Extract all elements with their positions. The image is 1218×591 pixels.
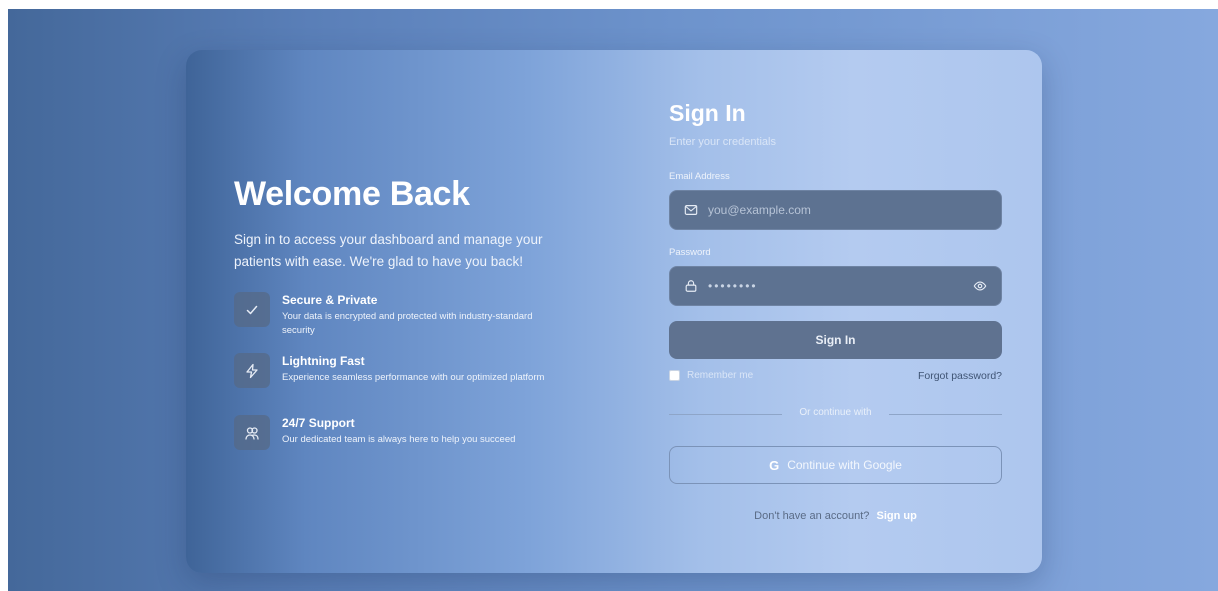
signup-link[interactable]: Sign up [876,510,916,522]
support-icon [234,415,270,450]
feature-title: 24/7 Support [282,416,355,430]
divider: Or continue with [669,407,1002,421]
eye-icon[interactable] [973,279,987,293]
feature-desc: Your data is encrypted and protected wit… [282,311,533,336]
feature-support: 24/7 Support Our dedicated team is alway… [234,415,564,455]
feature-desc: Our dedicated team is always here to hel… [282,434,516,445]
page-background: Welcome Back Sign in to access your dash… [8,9,1218,591]
feature-secure: Secure & Private Your data is encrypted … [234,292,564,336]
signup-row: Don't have an account? Sign up [669,510,1002,522]
email-input[interactable] [708,203,987,217]
feature-title: Secure & Private [282,293,378,307]
check-icon [234,292,270,327]
signin-subtitle: Enter your credentials [669,136,776,148]
remember-label: Remember me [687,370,754,381]
feature-fast: Lightning Fast Experience seamless perfo… [234,353,564,393]
lock-icon [685,280,697,292]
feature-title: Lightning Fast [282,354,365,368]
password-input[interactable]: •••••••• [708,279,973,293]
signup-prompt: Don't have an account? [754,510,870,522]
welcome-title: Welcome Back [234,175,470,213]
signin-title: Sign In [669,100,746,126]
password-label: Password [669,247,711,258]
forgot-password-link[interactable]: Forgot password? [918,370,1002,382]
remember-checkbox[interactable] [669,370,680,381]
divider-text: Or continue with [799,407,872,418]
password-field-wrapper[interactable]: •••••••• [669,266,1002,306]
lightning-icon [234,353,270,388]
google-button-label: Continue with Google [787,458,902,472]
signin-panel: Sign In Enter your credentials Email Add… [669,50,1002,573]
feature-desc: Experience seamless performance with our… [282,372,545,383]
email-field-wrapper[interactable] [669,190,1002,230]
google-icon: G [769,457,780,473]
mail-icon [684,205,698,215]
signin-button[interactable]: Sign In [669,321,1002,359]
login-card: Welcome Back Sign in to access your dash… [186,50,1042,573]
divider-line [889,414,1002,415]
welcome-subtitle: Sign in to access your dashboard and man… [234,232,543,269]
email-label: Email Address [669,171,730,182]
welcome-panel: Welcome Back Sign in to access your dash… [234,50,574,573]
remember-me[interactable]: Remember me [669,370,753,381]
google-signin-button[interactable]: G Continue with Google [669,446,1002,484]
